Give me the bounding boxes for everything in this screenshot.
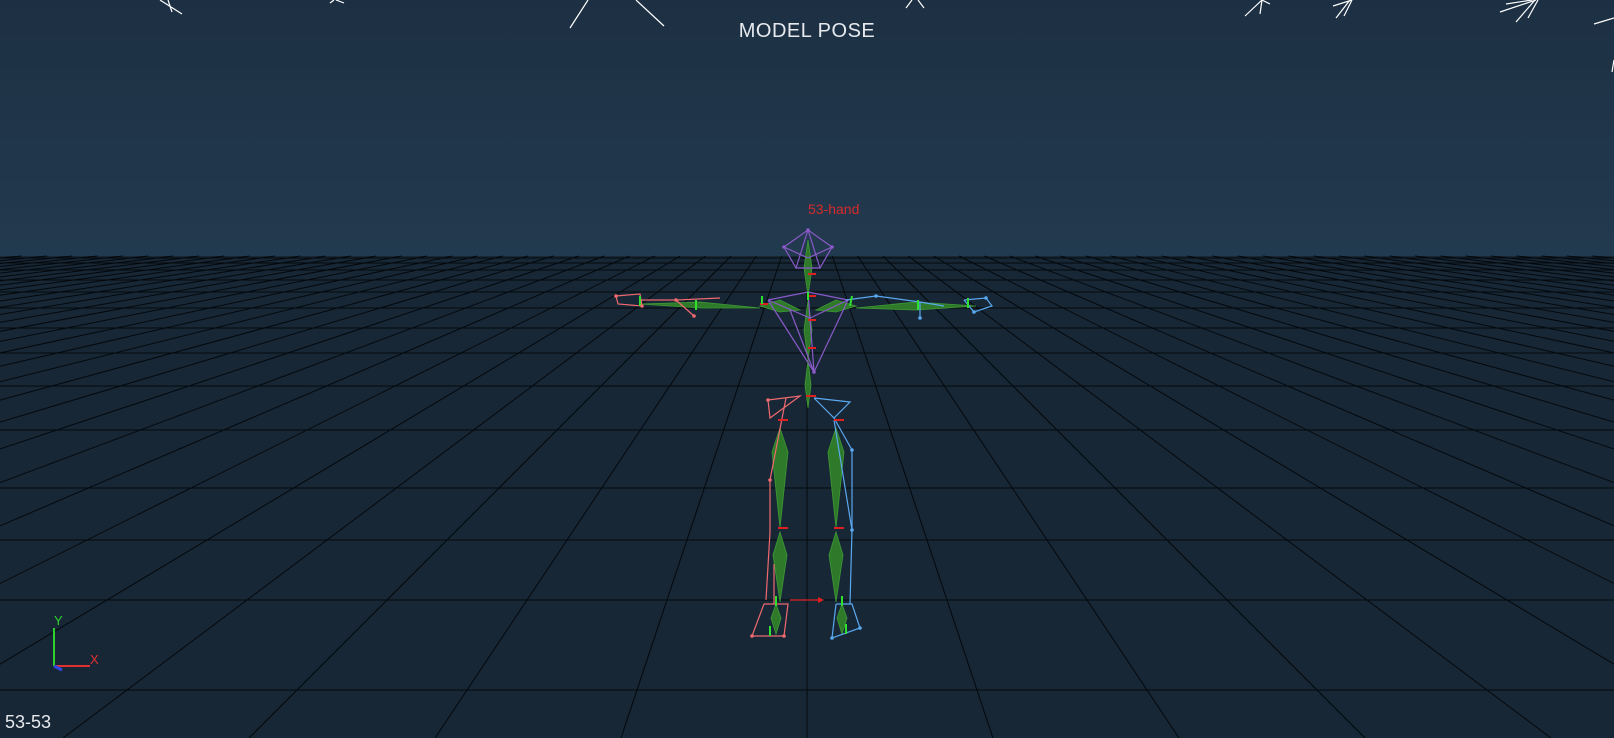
frame-counter: 53-53 [5,712,52,732]
marker-dot [874,294,878,298]
marker-dot [972,310,976,314]
marker-dot [984,296,988,300]
marker-dot [692,314,696,318]
y-axis-label: Y [54,613,63,628]
axis-gizmo: Y X [53,613,99,672]
marker-dot [858,626,862,630]
marker-dot [674,298,678,302]
marker-dot [640,304,644,308]
marker-dot [918,316,922,320]
marker-dot [766,398,770,402]
marker-dot [750,634,754,638]
marker-dot [806,228,810,232]
marker-dot [768,478,772,482]
marker-dot [812,370,816,374]
marker-dot [830,245,834,249]
marker-dot [830,636,834,640]
3d-viewport[interactable]: MODEL POSE 53-hand Y X 53-53 [0,0,1614,738]
model-label[interactable]: 53-hand [808,201,859,217]
marker-dot [782,634,786,638]
marker-dot [782,245,786,249]
scene-canvas[interactable] [0,0,1614,738]
viewport-title: MODEL POSE [738,20,876,42]
marker-dot [614,294,618,298]
marker-dot [850,448,854,452]
marker-dot [850,528,854,532]
x-axis-label: X [90,652,99,667]
